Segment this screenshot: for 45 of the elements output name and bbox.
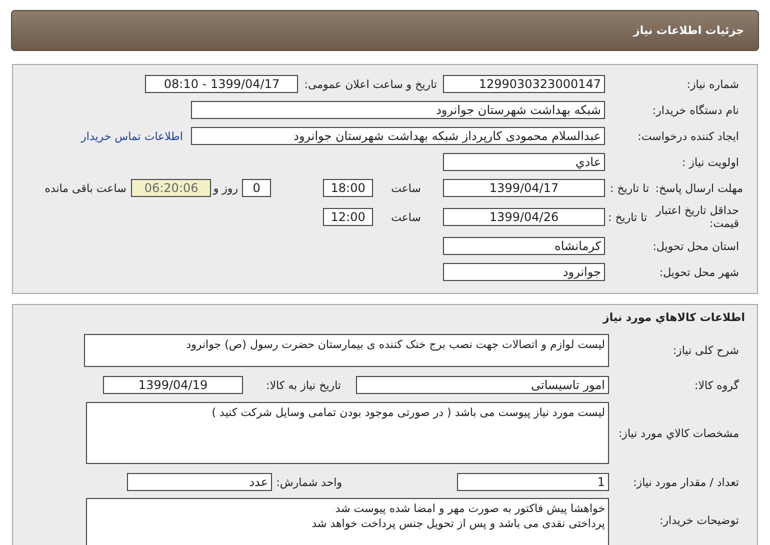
field-label: شهر محل تحویل: (658, 266, 740, 278)
field-label: شماره نیاز: (686, 78, 740, 90)
need-date-field: 1399/04/19 (103, 376, 243, 394)
province-field: کرمانشاه (443, 237, 605, 255)
field-label: ایجاد کننده درخواست: (636, 130, 740, 142)
deadline-date-field: 1399/04/17 (443, 179, 605, 197)
validity-time-field: 12:00 (323, 208, 374, 226)
field-label: تعداد / مقدار مورد نیاز: (632, 476, 740, 488)
buyer-contact-link[interactable]: اطلاعات تماس خریدار (81, 130, 183, 142)
remaining-time-field: 06:20:06 (131, 179, 212, 197)
summary-field: لیست لوازم و اتصالات جهت نصب برج خنک کننده ی بیمارستان حضرت رسول (ص) جوانرود (84, 334, 609, 366)
field-label: روز و (213, 182, 238, 194)
field-label: تاریخ و ساعت اعلان عمومی: (304, 78, 437, 90)
field-label: ساعت (391, 210, 421, 224)
deadline-time-field: 18:00 (323, 179, 374, 197)
section-title: اطلاعات کالاهاي مورد نیاز (602, 311, 746, 324)
field-label: نام دستگاه خریدار: (651, 104, 740, 116)
quantity-field: 1 (457, 473, 609, 491)
field-label: استان محل تحویل: (652, 240, 740, 252)
field-label: تا تاریخ : (609, 182, 649, 194)
days-field: 0 (242, 179, 272, 197)
field-label: مهلت ارسال پاسخ: (654, 182, 744, 194)
unit-field: عدد (127, 473, 272, 491)
field-label: ساعت (391, 182, 421, 194)
notes-field: خواهشا پیش فاکتور به صورت مهر و امضا شده پیوست شد پرداختی نقدی می باشد و پس از تحویل جنس پرداخت خواهد شد (86, 498, 609, 545)
page-title: جزئیات اطلاعات نیاز (634, 24, 744, 37)
buyer-field: شبکه بهداشت شهرستان جوانرود (191, 101, 605, 119)
field-label: حداقل تاریخ اعتبار قیمت: (654, 204, 740, 230)
requester-field: عبدالسلام محمودی کارپرداز شبکه بهداشت شهرستان جوانرود (191, 127, 605, 145)
field-label: توضیحات خریدار: (658, 514, 740, 527)
field-label: تا تاریخ : (607, 210, 647, 224)
city-field: جوانرود (443, 263, 605, 281)
specs-field: لیست مورد نیاز پیوست می باشد ( در صورتی موجود بودن تمامی وسایل شرکت کنید ) (86, 402, 609, 464)
field-label: گروه کالا: (694, 378, 740, 392)
field-label: واحد شمارش: (275, 476, 342, 488)
priority-field: عادي (443, 153, 605, 171)
goods-group-field: امور تاسیساتی (356, 376, 609, 394)
field-label: شرح کلی نیاز: (672, 344, 740, 356)
field-label: ساعت باقی مانده (44, 182, 126, 194)
need-number-field: 1299030323000147 (443, 75, 605, 93)
announce-date-field: 1399/04/17 - 08:10 (145, 75, 298, 93)
validity-date-field: 1399/04/26 (443, 208, 605, 226)
field-label: تاریخ نیاز به کالا: (265, 378, 341, 392)
field-label: اولویت نیاز : (680, 156, 740, 168)
field-label: مشخصات کالاي مورد نیاز: (617, 426, 740, 440)
